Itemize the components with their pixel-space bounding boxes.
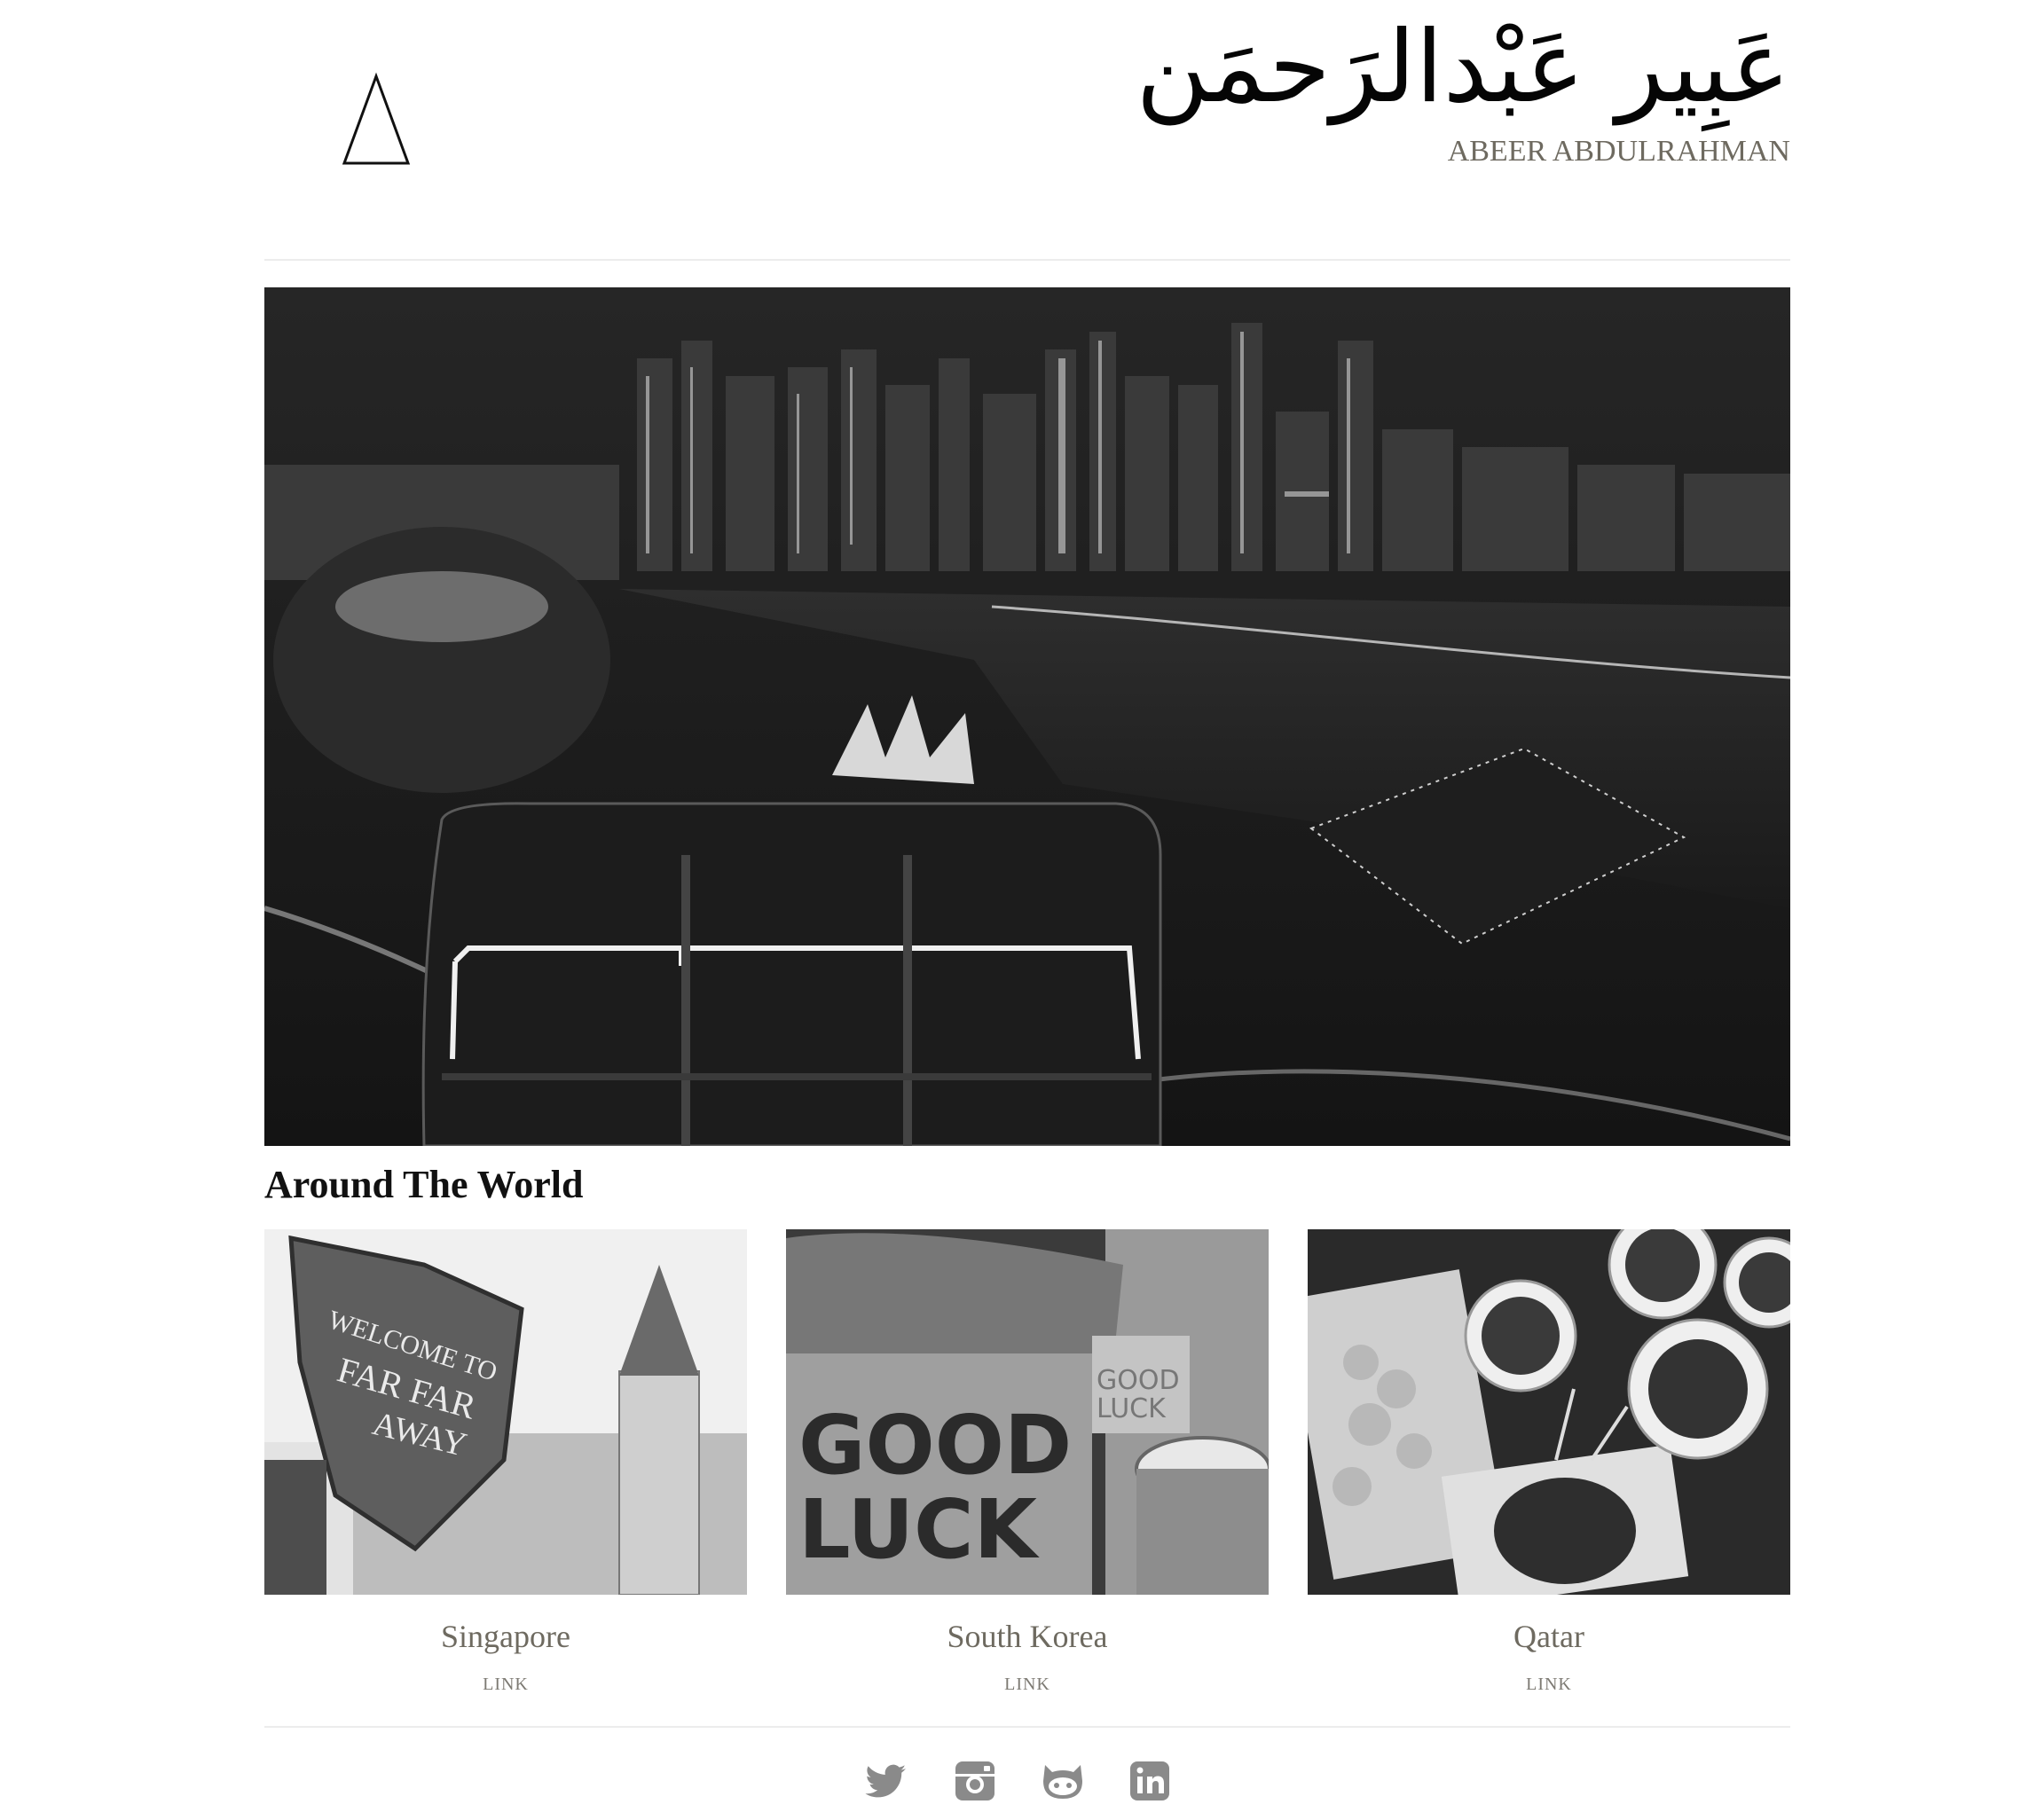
south-korea-photo[interactable]: GOOD LUCK GOOD LUCK bbox=[786, 1229, 1269, 1595]
latin-name: ABEER ABDULRAHMAN bbox=[1447, 135, 1790, 168]
svg-text:LUCK: LUCK bbox=[798, 1482, 1041, 1577]
singapore-photo[interactable]: WELCOME TO FAR FAR AWAY bbox=[264, 1229, 747, 1595]
card-caption: Singapore bbox=[441, 1619, 570, 1654]
destination-cards: WELCOME TO FAR FAR AWAY Singapore LINK G… bbox=[264, 1229, 1790, 1708]
footer-divider bbox=[264, 1726, 1790, 1728]
linkedin-icon[interactable] bbox=[1127, 1758, 1173, 1804]
github-icon[interactable] bbox=[1040, 1758, 1086, 1804]
site-header: عَبِير عَبْدالرَحمَن ABEER ABDULRAHMAN bbox=[264, 0, 1792, 259]
section-title: Around The World bbox=[264, 1163, 584, 1206]
instagram-icon[interactable] bbox=[952, 1758, 998, 1804]
card-caption: Qatar bbox=[1513, 1619, 1584, 1654]
svg-text:GOOD: GOOD bbox=[798, 1398, 1072, 1493]
card-link[interactable]: LINK bbox=[483, 1675, 529, 1695]
page: عَبِير عَبْدالرَحمَن ABEER ABDULRAHMAN A… bbox=[0, 0, 2044, 1820]
header-divider bbox=[264, 259, 1790, 261]
svg-text:GOOD: GOOD bbox=[1097, 1365, 1180, 1396]
card-link[interactable]: LINK bbox=[1004, 1675, 1050, 1695]
hero-image bbox=[264, 287, 1790, 1146]
card-link[interactable]: LINK bbox=[1526, 1675, 1572, 1695]
content-wrapper: عَبِير عَبْدالرَحمَن ABEER ABDULRAHMAN A… bbox=[264, 0, 1792, 1800]
card-qatar[interactable]: Qatar LINK bbox=[1308, 1229, 1790, 1695]
card-singapore[interactable]: WELCOME TO FAR FAR AWAY Singapore LINK bbox=[264, 1229, 747, 1695]
qatar-photo[interactable] bbox=[1308, 1229, 1790, 1595]
card-south-korea[interactable]: GOOD LUCK GOOD LUCK South Korea LINK bbox=[786, 1229, 1269, 1695]
arabic-name: عَبِير عَبْدالرَحمَن bbox=[1136, 10, 1792, 125]
social-links bbox=[264, 1758, 1790, 1808]
twitter-icon[interactable] bbox=[863, 1758, 909, 1804]
site-brand[interactable]: عَبِير عَبْدالرَحمَن ABEER ABDULRAHMAN bbox=[1136, 0, 1792, 169]
delta-logo-icon[interactable] bbox=[341, 71, 412, 169]
card-caption: South Korea bbox=[947, 1619, 1108, 1654]
svg-text:LUCK: LUCK bbox=[1097, 1393, 1167, 1424]
